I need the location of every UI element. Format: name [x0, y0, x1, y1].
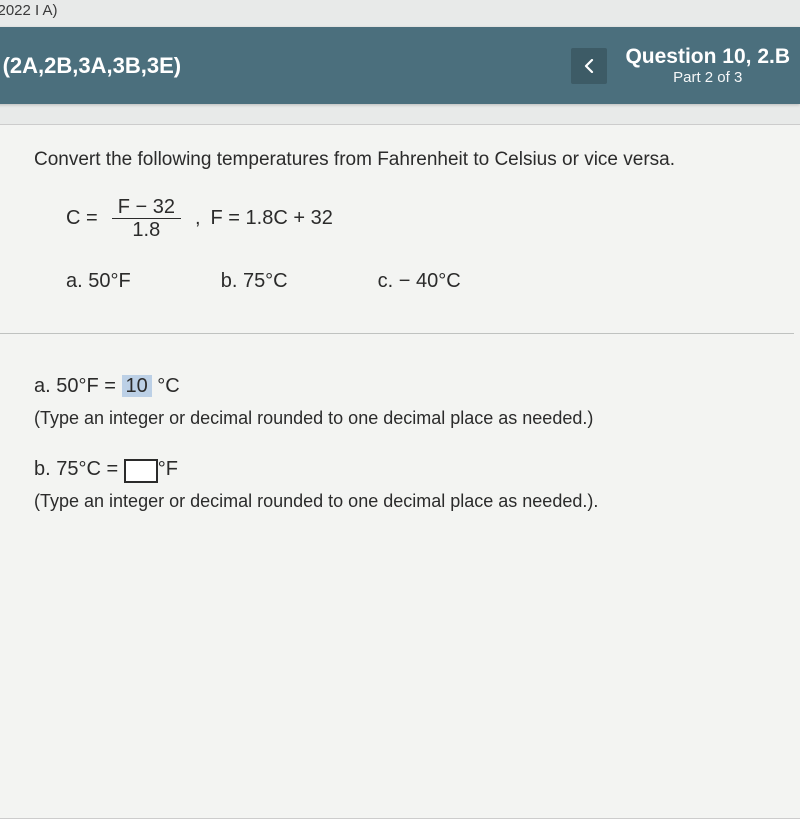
question-number: Question 10, 2.B: [625, 45, 790, 69]
fraction-numerator: F − 32: [112, 196, 181, 219]
question-content: Convert the following temperatures from …: [0, 124, 800, 819]
fraction-denominator: 1.8: [126, 219, 166, 241]
answer-a-suffix: °C: [152, 375, 180, 397]
answer-a-prefix: a. 50°F =: [34, 375, 122, 397]
answer-a-value: 10: [122, 375, 152, 397]
part-a: a. 50°F: [66, 267, 131, 295]
answer-b-hint: (Type an integer or decimal rounded to o…: [34, 489, 794, 514]
prev-question-button[interactable]: [571, 48, 607, 84]
answer-a-line: a. 50°F = 10 °C: [34, 372, 794, 400]
formula-comma: ,: [195, 204, 201, 232]
question-header: vork (2A,2B,3A,3B,3E) Question 10, 2.B P…: [0, 27, 800, 104]
answer-b-input[interactable]: [124, 459, 158, 483]
answer-b-prefix: b. 75°C =: [34, 458, 124, 480]
conversion-formulas: C = F − 32 1.8 , F = 1.8C + 32: [66, 196, 794, 241]
assignment-title: vork (2A,2B,3A,3B,3E): [0, 53, 181, 79]
c-equals: C =: [66, 204, 98, 232]
section-divider: [0, 333, 794, 334]
question-part: Part 2 of 3: [625, 69, 790, 86]
question-prompt: Convert the following temperatures from …: [34, 147, 794, 174]
f-equals: F = 1.8C + 32: [211, 204, 333, 232]
answer-b-suffix: °F: [158, 458, 178, 480]
answer-a-hint: (Type an integer or decimal rounded to o…: [34, 406, 794, 431]
chevron-left-icon: [584, 59, 594, 73]
problem-parts: a. 50°F b. 75°C c. − 40°C: [66, 267, 794, 295]
part-c: c. − 40°C: [378, 267, 461, 295]
fraction: F − 32 1.8: [112, 196, 181, 241]
answer-b-line: b. 75°C = °F: [34, 455, 794, 483]
part-b: b. 75°C: [221, 267, 288, 295]
page-top-peek: racy (2022 I A): [0, 0, 800, 27]
